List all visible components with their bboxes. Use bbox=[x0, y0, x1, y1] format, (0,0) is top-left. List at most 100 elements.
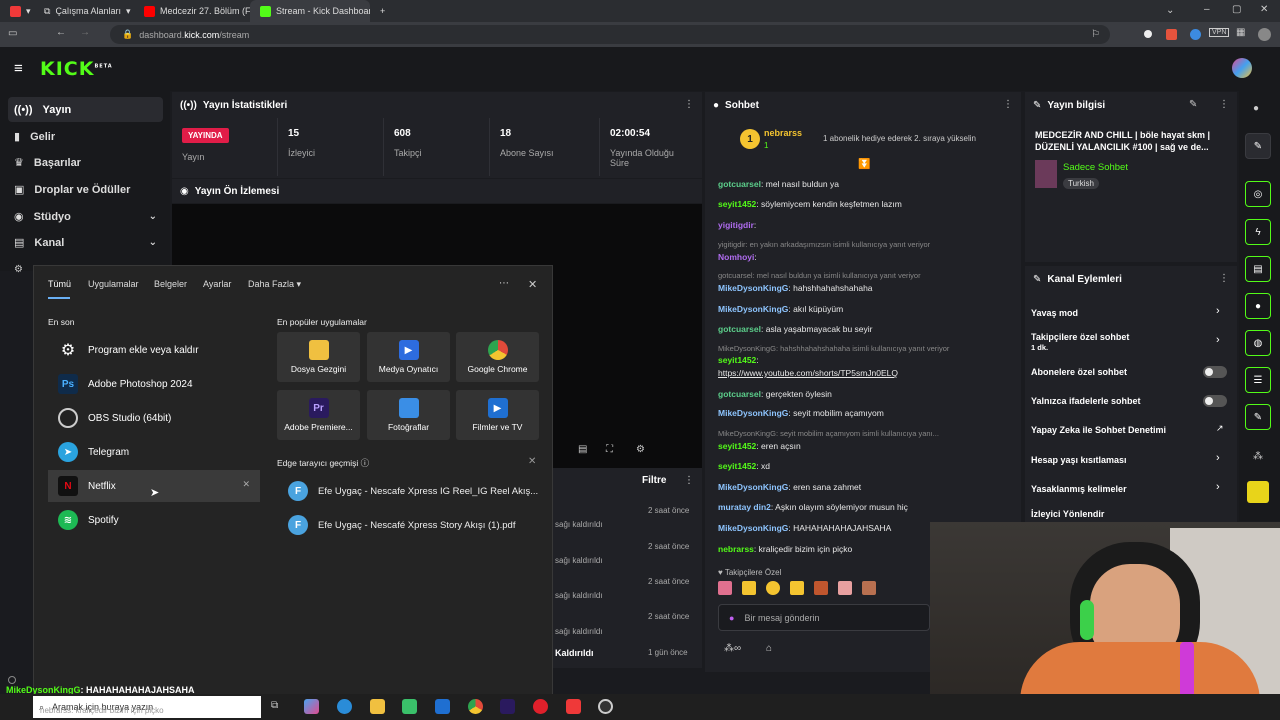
pinned-user[interactable]: nebrarss bbox=[764, 128, 802, 138]
sidebar-item-gelir[interactable]: ▮ Gelir bbox=[8, 124, 163, 149]
popular-tile[interactable]: Pr Adobe Premiere... bbox=[277, 390, 360, 440]
chat-input[interactable]: ● Bir mesaj gönderin bbox=[718, 604, 930, 631]
copilot-icon[interactable] bbox=[304, 699, 319, 714]
chevron-right-icon[interactable]: › bbox=[1216, 452, 1220, 464]
more-options-icon[interactable]: ⋮ bbox=[684, 475, 694, 486]
back-button[interactable]: ← bbox=[56, 27, 66, 38]
extension-icon[interactable] bbox=[1190, 29, 1201, 40]
tool-button[interactable]: ◎ bbox=[1245, 181, 1271, 207]
more-options-icon[interactable]: ⋮ bbox=[1003, 99, 1013, 110]
action-raid[interactable]: İzleyici Yönlendir bbox=[1031, 509, 1104, 519]
tool-button[interactable]: ϟ bbox=[1245, 219, 1271, 245]
task-view-icon[interactable]: ⧉ bbox=[271, 700, 278, 711]
chat-username[interactable]: yigitigdir bbox=[718, 220, 754, 230]
sidebar-toggle-icon[interactable]: ▭ bbox=[8, 28, 17, 39]
close-icon[interactable]: ✕ bbox=[528, 456, 536, 467]
chat-username[interactable]: muratay din2 bbox=[718, 502, 771, 512]
start-tab-apps[interactable]: Uygulamalar bbox=[88, 279, 139, 289]
chat-username[interactable]: nebrarss bbox=[718, 544, 754, 554]
chevron-right-icon[interactable]: › bbox=[1216, 334, 1220, 346]
sidebar-item-kanal[interactable]: ▤ Kanal ⌄ bbox=[8, 230, 163, 255]
chat-username[interactable]: MikeDysonKingG bbox=[718, 283, 788, 293]
more-options-icon[interactable]: ⋮ bbox=[684, 99, 694, 110]
extension-icon[interactable] bbox=[1166, 29, 1177, 40]
more-options-icon[interactable]: ⋯ bbox=[499, 278, 509, 289]
settings-gear-icon[interactable]: ⚙ bbox=[636, 444, 645, 455]
tool-button[interactable]: ▤ bbox=[1245, 256, 1271, 282]
action-subscribers-only[interactable]: Abonelere özel sohbet bbox=[1031, 367, 1127, 377]
start-tab-settings[interactable]: Ayarlar bbox=[203, 279, 231, 289]
vivaldi-menu-button[interactable]: ▾ bbox=[0, 0, 34, 22]
settings-gear-icon[interactable]: ⚙ bbox=[14, 264, 23, 275]
popular-tile[interactable]: Fotoğraflar bbox=[367, 390, 450, 440]
maximize-button[interactable]: ▢ bbox=[1232, 4, 1241, 15]
edge-icon[interactable] bbox=[337, 699, 352, 714]
emote-icon[interactable] bbox=[742, 581, 756, 595]
outlook-icon[interactable] bbox=[435, 699, 450, 714]
bookmark-icon[interactable]: ⚐ bbox=[1091, 29, 1100, 40]
microphone-icon[interactable]: ● bbox=[729, 613, 734, 623]
filter-button[interactable]: Filtre bbox=[642, 475, 666, 486]
obs-icon[interactable] bbox=[598, 699, 613, 714]
tool-button[interactable]: ☰ bbox=[1245, 367, 1271, 393]
action-ai-moderation[interactable]: Yapay Zeka ile Sohbet Denetimi bbox=[1031, 425, 1166, 435]
recent-item[interactable]: ⚙ Program ekle veya kaldır bbox=[48, 334, 260, 366]
chevron-right-icon[interactable]: › bbox=[1216, 481, 1220, 493]
action-followers-only[interactable]: Takipçilere özel sohbet bbox=[1031, 332, 1129, 342]
url-field[interactable]: 🔒 dashboard. kick.com/stream ⚐ bbox=[110, 25, 1110, 44]
emote-icon[interactable] bbox=[790, 581, 804, 595]
external-link-icon[interactable]: ↗ bbox=[1216, 423, 1224, 434]
edit-tool-button[interactable]: ✎ bbox=[1245, 133, 1271, 159]
forward-button[interactable]: → bbox=[80, 27, 90, 38]
chat-username[interactable]: Nomhoyi bbox=[718, 252, 754, 262]
chat-username[interactable]: MikeDysonKingG bbox=[718, 304, 788, 314]
premiere-icon[interactable] bbox=[500, 699, 515, 714]
start-tab-all[interactable]: Tümü bbox=[48, 279, 71, 289]
emote-icon[interactable] bbox=[718, 581, 732, 595]
more-options-icon[interactable]: ⋮ bbox=[1219, 273, 1229, 284]
tool-button[interactable]: ● bbox=[1245, 293, 1271, 319]
info-icon[interactable]: ● bbox=[1253, 103, 1259, 114]
chevron-right-icon[interactable]: › bbox=[1216, 305, 1220, 317]
chat-username[interactable]: MikeDysonKingG bbox=[718, 523, 788, 533]
users-icon[interactable]: ⁂ bbox=[1253, 451, 1263, 462]
recent-item[interactable]: ➤ Telegram bbox=[48, 436, 260, 468]
sidebar-item-droplar[interactable]: ▣ Droplar ve Ödüller bbox=[8, 177, 163, 202]
chat-username[interactable]: MikeDysonKingG bbox=[718, 482, 788, 492]
action-account-age[interactable]: Hesap yaşı kısıtlaması bbox=[1031, 455, 1127, 465]
emote-icon[interactable] bbox=[766, 581, 780, 595]
subscribers-only-toggle[interactable] bbox=[1203, 366, 1227, 378]
sidebar-item-yayin[interactable]: ((•)) Yayın bbox=[8, 97, 163, 122]
recent-item[interactable]: Ps Adobe Photoshop 2024 bbox=[48, 368, 260, 400]
sidebar-item-basarilar[interactable]: ♛ Başarılar bbox=[8, 150, 163, 175]
emote-icon[interactable] bbox=[814, 581, 828, 595]
action-emotes-only[interactable]: Yalnızca ifadelerle sohbet bbox=[1031, 396, 1141, 406]
action-slow-mode[interactable]: Yavaş mod bbox=[1031, 308, 1078, 318]
opera-icon[interactable] bbox=[533, 699, 548, 714]
vivaldi-icon[interactable] bbox=[566, 699, 581, 714]
chat-username[interactable]: seyit1452 bbox=[718, 461, 756, 471]
popular-tile[interactable]: Google Chrome bbox=[456, 332, 539, 382]
tab-youtube[interactable]: Medcezir 27. Bölüm (FULL H bbox=[134, 0, 250, 22]
vpn-icon[interactable]: VPN bbox=[1209, 28, 1230, 37]
action-banned-words[interactable]: Yasaklanmış kelimeler bbox=[1031, 484, 1127, 494]
chat-link[interactable]: https://www.youtube.com/shorts/TP5smJn0E… bbox=[718, 368, 898, 378]
hamburger-menu-icon[interactable]: ≡ bbox=[14, 60, 23, 77]
tab-list-button[interactable]: ⌄ bbox=[1166, 5, 1174, 16]
chat-username[interactable]: gotcuarsel bbox=[718, 389, 761, 399]
emote-icon[interactable] bbox=[838, 581, 852, 595]
clapper-icon[interactable] bbox=[1247, 481, 1269, 503]
chat-username[interactable]: gotcuarsel bbox=[718, 324, 761, 334]
recent-item[interactable]: ≋ Spotify bbox=[48, 504, 260, 536]
edit-icon[interactable]: ✎ bbox=[1189, 99, 1197, 110]
tool-button[interactable]: ✎ bbox=[1245, 404, 1271, 430]
chrome-icon[interactable] bbox=[468, 699, 483, 714]
chat-username[interactable]: seyit1452 bbox=[718, 441, 756, 451]
tool-button[interactable]: ◍ bbox=[1245, 330, 1271, 356]
history-item[interactable]: F Efe Uygaç - Nescafe Xpress IG Reel_IG R… bbox=[280, 476, 540, 506]
emotes-only-toggle[interactable] bbox=[1203, 395, 1227, 407]
close-icon[interactable]: ✕ bbox=[528, 278, 537, 291]
recent-item[interactable]: OBS Studio (64bit) bbox=[48, 402, 260, 434]
scroll-down-icon[interactable]: ⏬ bbox=[858, 159, 870, 170]
popular-tile[interactable]: ▶ Medya Oynatıcı bbox=[367, 332, 450, 382]
